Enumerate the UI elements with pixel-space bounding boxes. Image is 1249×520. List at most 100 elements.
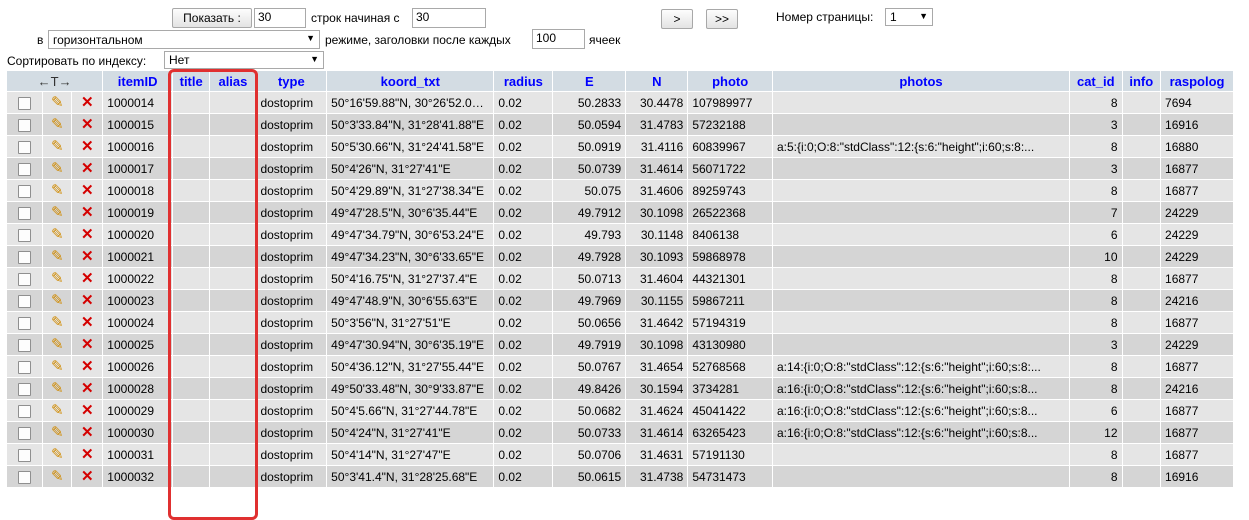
pencil-icon[interactable]: ✎ xyxy=(51,380,64,397)
table-row[interactable]: ✎ ✕ 1000022 dostoprim 50°4'16.75"N, 31°27'37… xyxy=(7,268,1233,289)
pencil-icon[interactable]: ✎ xyxy=(51,336,64,353)
next-page-button[interactable]: > xyxy=(661,9,693,29)
row-checkbox[interactable] xyxy=(18,250,32,264)
pencil-icon[interactable]: ✎ xyxy=(51,226,64,243)
delete-x-icon[interactable]: ✕ xyxy=(81,380,94,397)
column-arrows-header[interactable]: ←T→ xyxy=(7,71,103,91)
table-row[interactable]: ✎ ✕ 1000030 dostoprim 50°4'24"N, 31°27'41"E 0… xyxy=(7,422,1233,443)
table-row[interactable]: ✎ ✕ 1000021 dostoprim 49°47'34.23"N, 30°6'33… xyxy=(7,246,1233,267)
column-header-e[interactable]: E xyxy=(553,71,626,91)
pencil-icon[interactable]: ✎ xyxy=(51,248,64,265)
pencil-icon[interactable]: ✎ xyxy=(51,94,64,111)
show-button[interactable]: Показать : xyxy=(172,8,252,28)
row-checkbox[interactable] xyxy=(18,272,32,286)
column-header-photos[interactable]: photos xyxy=(772,71,1070,91)
row-checkbox[interactable] xyxy=(18,184,32,198)
delete-x-icon[interactable]: ✕ xyxy=(81,446,94,463)
column-header-type[interactable]: type xyxy=(256,71,327,91)
display-mode-select[interactable]: горизонтальном ▼ xyxy=(48,30,320,49)
row-checkbox[interactable] xyxy=(18,382,32,396)
delete-x-icon[interactable]: ✕ xyxy=(81,248,94,265)
delete-x-icon[interactable]: ✕ xyxy=(81,94,94,111)
table-row[interactable]: ✎ ✕ 1000031 dostoprim 50°4'14"N, 31°27'47"E 0… xyxy=(7,444,1233,465)
cell-koord-txt: 49°50'33.48"N, 30°9'33.87"E xyxy=(327,378,494,399)
page-number-select[interactable]: 1 ▼ xyxy=(885,8,933,26)
row-checkbox[interactable] xyxy=(18,294,32,308)
headers-every-input[interactable]: 100 xyxy=(532,29,585,49)
pencil-icon[interactable]: ✎ xyxy=(51,402,64,419)
column-header-raspolog[interactable]: raspolog xyxy=(1161,71,1233,91)
row-edit-cell: ✎ xyxy=(43,444,72,465)
pencil-icon[interactable]: ✎ xyxy=(51,160,64,177)
row-checkbox[interactable] xyxy=(18,338,32,352)
pencil-icon[interactable]: ✎ xyxy=(51,424,64,441)
pencil-icon[interactable]: ✎ xyxy=(51,292,64,309)
last-page-button[interactable]: >> xyxy=(706,9,738,29)
sort-by-index-select[interactable]: Нет ▼ xyxy=(164,51,324,69)
rows-count-input[interactable]: 30 xyxy=(254,8,306,28)
row-select-cell xyxy=(7,180,43,201)
pencil-icon[interactable]: ✎ xyxy=(51,358,64,375)
row-checkbox[interactable] xyxy=(18,162,32,176)
table-row[interactable]: ✎ ✕ 1000028 dostoprim 49°50'33.48"N, 30°9'33… xyxy=(7,378,1233,399)
column-header-info[interactable]: info xyxy=(1122,71,1161,91)
row-checkbox[interactable] xyxy=(18,206,32,220)
table-row[interactable]: ✎ ✕ 1000032 dostoprim 50°3'41.4"N, 31°28'25.… xyxy=(7,466,1233,487)
column-header-cat-id[interactable]: cat_id xyxy=(1070,71,1122,91)
table-row[interactable]: ✎ ✕ 1000023 dostoprim 49°47'48.9"N, 30°6'55.… xyxy=(7,290,1233,311)
column-header-koord-txt[interactable]: koord_txt xyxy=(327,71,494,91)
delete-x-icon[interactable]: ✕ xyxy=(81,160,94,177)
delete-x-icon[interactable]: ✕ xyxy=(81,270,94,287)
table-row[interactable]: ✎ ✕ 1000018 dostoprim 50°4'29.89"N, 31°27'38… xyxy=(7,180,1233,201)
column-header-photo[interactable]: photo xyxy=(688,71,772,91)
delete-x-icon[interactable]: ✕ xyxy=(81,204,94,221)
delete-x-icon[interactable]: ✕ xyxy=(81,292,94,309)
column-header-n[interactable]: N xyxy=(626,71,688,91)
column-header-itemid[interactable]: itemID xyxy=(103,71,172,91)
table-row[interactable]: ✎ ✕ 1000025 dostoprim 49°47'30.94"N, 30°6'35… xyxy=(7,334,1233,355)
table-row[interactable]: ✎ ✕ 1000029 dostoprim 50°4'5.66"N, 31°27'44.… xyxy=(7,400,1233,421)
delete-x-icon[interactable]: ✕ xyxy=(81,182,94,199)
pencil-icon[interactable]: ✎ xyxy=(51,116,64,133)
cell-alias xyxy=(210,136,256,157)
row-checkbox[interactable] xyxy=(18,228,32,242)
pencil-icon[interactable]: ✎ xyxy=(51,204,64,221)
delete-x-icon[interactable]: ✕ xyxy=(81,358,94,375)
row-checkbox[interactable] xyxy=(18,316,32,330)
delete-x-icon[interactable]: ✕ xyxy=(81,424,94,441)
start-row-input[interactable]: 30 xyxy=(412,8,486,28)
table-row[interactable]: ✎ ✕ 1000014 dostoprim 50°16'59.88"N, 30°26'5… xyxy=(7,92,1233,113)
column-header-alias[interactable]: alias xyxy=(210,71,256,91)
table-row[interactable]: ✎ ✕ 1000026 dostoprim 50°4'36.12"N, 31°27'55… xyxy=(7,356,1233,377)
row-checkbox[interactable] xyxy=(18,448,32,462)
delete-x-icon[interactable]: ✕ xyxy=(81,314,94,331)
table-row[interactable]: ✎ ✕ 1000020 dostoprim 49°47'34.79"N, 30°6'53… xyxy=(7,224,1233,245)
table-row[interactable]: ✎ ✕ 1000019 dostoprim 49°47'28.5"N, 30°6'35.… xyxy=(7,202,1233,223)
row-checkbox[interactable] xyxy=(18,404,32,418)
row-checkbox[interactable] xyxy=(18,426,32,440)
pencil-icon[interactable]: ✎ xyxy=(51,138,64,155)
row-checkbox[interactable] xyxy=(18,470,32,484)
table-row[interactable]: ✎ ✕ 1000016 dostoprim 50°5'30.66"N, 31°24'41… xyxy=(7,136,1233,157)
delete-x-icon[interactable]: ✕ xyxy=(81,402,94,419)
table-row[interactable]: ✎ ✕ 1000024 dostoprim 50°3'56"N, 31°27'51"E 0… xyxy=(7,312,1233,333)
column-header-title[interactable]: title xyxy=(172,71,210,91)
row-checkbox[interactable] xyxy=(18,360,32,374)
cell-radius: 0.02 xyxy=(494,92,553,113)
delete-x-icon[interactable]: ✕ xyxy=(81,138,94,155)
pencil-icon[interactable]: ✎ xyxy=(51,182,64,199)
table-row[interactable]: ✎ ✕ 1000017 dostoprim 50°4'26"N, 31°27'41"E 0… xyxy=(7,158,1233,179)
pencil-icon[interactable]: ✎ xyxy=(51,270,64,287)
table-row[interactable]: ✎ ✕ 1000015 dostoprim 50°3'33.84"N, 31°28'41… xyxy=(7,114,1233,135)
row-checkbox[interactable] xyxy=(18,118,32,132)
delete-x-icon[interactable]: ✕ xyxy=(81,336,94,353)
row-checkbox[interactable] xyxy=(18,140,32,154)
delete-x-icon[interactable]: ✕ xyxy=(81,226,94,243)
pencil-icon[interactable]: ✎ xyxy=(51,314,64,331)
pencil-icon[interactable]: ✎ xyxy=(51,446,64,463)
pencil-icon[interactable]: ✎ xyxy=(51,468,64,485)
delete-x-icon[interactable]: ✕ xyxy=(81,468,94,485)
column-header-radius[interactable]: radius xyxy=(494,71,553,91)
delete-x-icon[interactable]: ✕ xyxy=(81,116,94,133)
row-checkbox[interactable] xyxy=(18,96,32,110)
